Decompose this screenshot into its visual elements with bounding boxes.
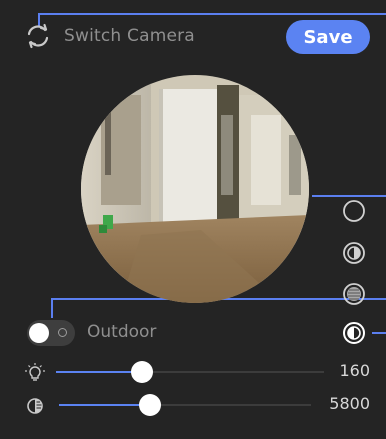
camera-preview <box>81 75 309 303</box>
camera-preview-image <box>81 75 309 303</box>
color-temp-slider[interactable] <box>59 394 311 416</box>
lightbulb-icon <box>25 363 45 381</box>
toggle-off-indicator <box>58 328 67 337</box>
brightness-slider-thumb[interactable] <box>131 361 153 383</box>
outdoor-label: Outdoor <box>87 322 157 342</box>
sync-icon <box>27 23 49 49</box>
contrast-selected-icon[interactable] <box>342 321 366 345</box>
switch-camera-label: Switch Camera <box>64 26 195 46</box>
color-temp-slider-row: 5800 <box>24 391 370 419</box>
brightness-slider[interactable] <box>56 361 324 383</box>
camera-settings-panel: Switch Camera Save Outdoor 160 5800 <box>0 0 386 439</box>
half-contrast-icon[interactable] <box>342 241 366 265</box>
callout-line-mid-v <box>51 298 53 318</box>
contrast-icon <box>27 398 43 414</box>
switch-camera-control[interactable]: Switch Camera <box>24 22 195 50</box>
callout-line-right-h <box>312 195 386 197</box>
color-temp-value: 5800 <box>329 394 370 413</box>
brightness-slider-row: 160 <box>24 358 370 386</box>
circle-outline-icon[interactable] <box>342 199 366 223</box>
callout-line-mode-h <box>372 332 386 334</box>
striped-contrast-icon[interactable] <box>342 282 366 306</box>
toggle-knob <box>29 323 49 343</box>
callout-line-top-h <box>38 13 386 15</box>
outdoor-toggle[interactable] <box>27 320 75 346</box>
color-temp-slider-fill <box>59 404 150 406</box>
save-button[interactable]: Save <box>286 20 370 54</box>
color-temp-slider-thumb[interactable] <box>139 394 161 416</box>
brightness-slider-fill <box>56 371 142 373</box>
brightness-value: 160 <box>339 361 370 380</box>
